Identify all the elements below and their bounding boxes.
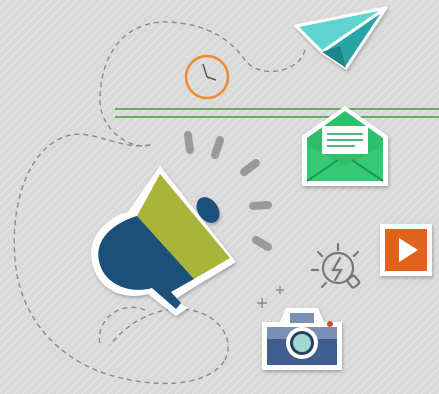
marketing-illustration	[0, 0, 439, 394]
play-button-icon	[380, 224, 432, 276]
